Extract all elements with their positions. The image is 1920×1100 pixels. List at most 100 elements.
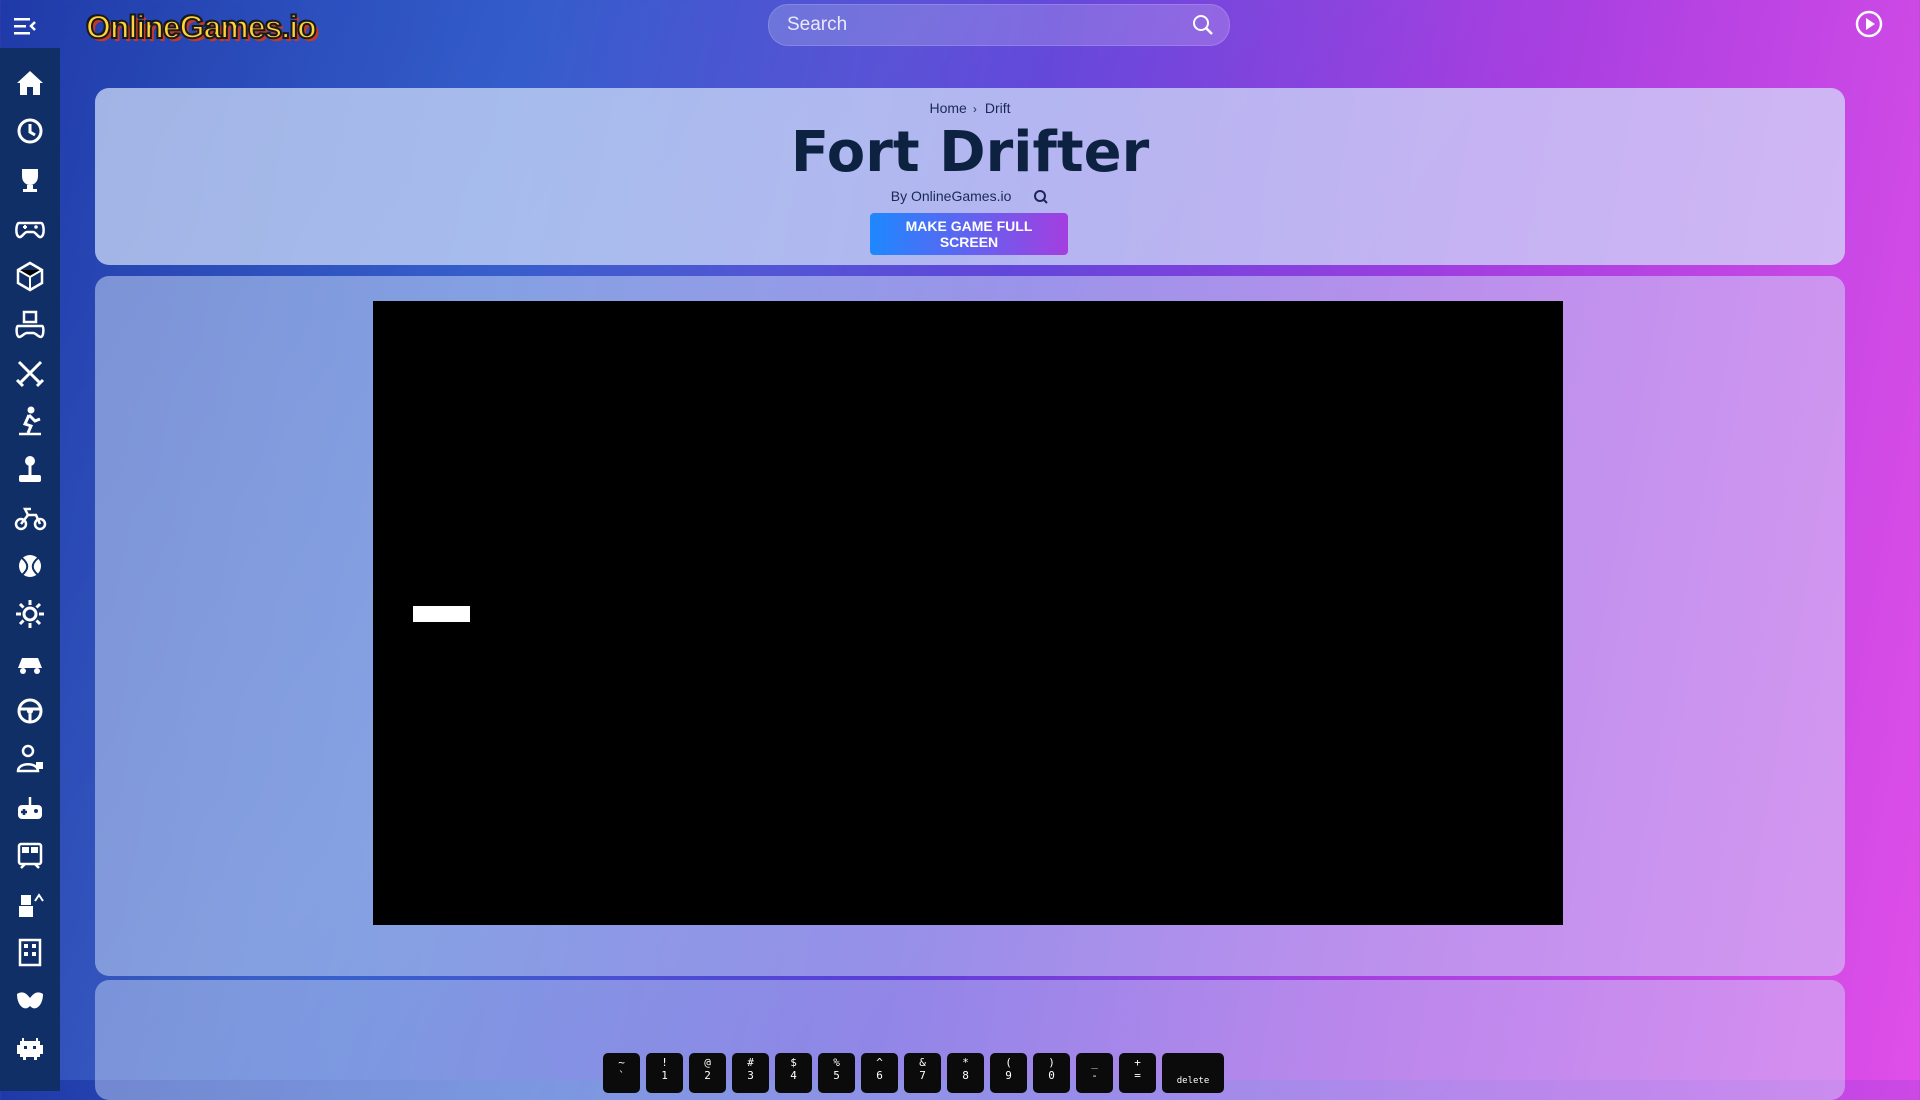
key-bottom-label: = xyxy=(1134,1069,1141,1082)
byline: By OnlineGames.io xyxy=(95,188,1845,205)
motorbike-icon xyxy=(14,507,47,531)
sidebar-item-gear[interactable] xyxy=(0,590,60,638)
sidebar-item-history[interactable] xyxy=(0,107,60,155)
key-top-label: @ xyxy=(704,1056,711,1069)
train-icon xyxy=(17,842,43,869)
sidebar-item-cube-gamepad[interactable] xyxy=(0,300,60,348)
on-screen-keyboard: ~ `! 1 @2 #3 $4% 5 ^ 6 & 7 * 8(9) 0 _ - + = delete xyxy=(603,1053,1224,1093)
game-panel xyxy=(95,276,1845,976)
keyboard-key[interactable]: * 8 xyxy=(947,1053,984,1093)
home-icon xyxy=(17,71,43,96)
ball-icon xyxy=(19,555,41,578)
sidebar-item-swords[interactable] xyxy=(0,349,60,397)
keyboard-key[interactable]: % 5 xyxy=(818,1053,855,1093)
key-bottom-label: 7 xyxy=(919,1069,926,1082)
keyboard-key[interactable]: @2 xyxy=(689,1053,726,1093)
sidebar-item-car[interactable] xyxy=(0,639,60,687)
gamepad-icon xyxy=(15,221,45,239)
key-top-label: * xyxy=(962,1056,969,1069)
search-icon[interactable] xyxy=(1033,189,1049,205)
skater-icon xyxy=(19,406,41,436)
key-top-label: + xyxy=(1134,1056,1141,1069)
joystick-icon xyxy=(19,455,41,482)
key-bottom-label: ` xyxy=(618,1069,625,1082)
key-bottom-label: 3 xyxy=(747,1069,754,1082)
keyboard-key[interactable]: ~ ` xyxy=(603,1053,640,1093)
key-bottom-label: 4 xyxy=(790,1069,797,1082)
search-input[interactable] xyxy=(769,13,1169,37)
play-circle-icon[interactable] xyxy=(1854,9,1884,39)
sidebar xyxy=(0,48,60,1091)
key-top-label: ^ xyxy=(876,1056,883,1069)
sidebar-item-train[interactable] xyxy=(0,832,60,880)
key-bottom-label: - xyxy=(1091,1069,1098,1082)
sidebar-item-building[interactable] xyxy=(0,928,60,976)
keyboard-key[interactable]: & 7 xyxy=(904,1053,941,1093)
sidebar-item-puzzle-person[interactable] xyxy=(0,735,60,783)
breadcrumb-home[interactable]: Home xyxy=(929,100,966,116)
keyboard-key[interactable]: + = xyxy=(1119,1053,1156,1093)
key-top-label: ! xyxy=(661,1056,668,1069)
breadcrumb-separator: › xyxy=(972,102,977,116)
breadcrumb: Home › Drift xyxy=(95,100,1845,116)
sidebar-item-gamepad[interactable] xyxy=(0,204,60,252)
key-bottom-label: 1 xyxy=(661,1069,668,1082)
key-top-label: ( xyxy=(1005,1056,1012,1069)
author-text: By OnlineGames.io xyxy=(890,188,1012,204)
keyboard-key[interactable]: ^ 6 xyxy=(861,1053,898,1093)
sidebar-item-space-invader[interactable] xyxy=(0,1025,60,1073)
mask-icon xyxy=(17,992,43,1009)
keyboard-key[interactable]: (9 xyxy=(990,1053,1027,1093)
key-top-label: $ xyxy=(790,1056,797,1069)
cube-gamepad-icon xyxy=(15,310,45,338)
keyboard-key[interactable]: ) 0 xyxy=(1033,1053,1070,1093)
sidebar-item-controller-plus[interactable] xyxy=(0,783,60,831)
key-top-label: _ xyxy=(1091,1056,1098,1069)
controller-plus-icon xyxy=(18,796,42,819)
sidebar-item-ball[interactable] xyxy=(0,542,60,590)
top-bar: OnlineGames.io xyxy=(0,0,1920,88)
history-icon xyxy=(17,118,43,144)
key-top-label: % xyxy=(833,1056,840,1069)
sidebar-item-dice[interactable] xyxy=(0,252,60,300)
key-top-label: ~ xyxy=(618,1056,625,1069)
keyboard-key[interactable]: #3 xyxy=(732,1053,769,1093)
keyboard-key[interactable]: $4 xyxy=(775,1053,812,1093)
puzzle-person-icon xyxy=(16,745,43,773)
robot-icon xyxy=(19,893,44,918)
key-top-label: ) xyxy=(1048,1056,1055,1069)
sidebar-item-mask[interactable] xyxy=(0,977,60,1025)
sidebar-item-motorbike[interactable] xyxy=(0,494,60,542)
sidebar-item-home[interactable] xyxy=(0,59,60,107)
sidebar-item-trophy[interactable] xyxy=(0,156,60,204)
key-bottom-label: 8 xyxy=(962,1069,969,1082)
sidebar-item-joystick[interactable] xyxy=(0,445,60,493)
game-loading-bar xyxy=(413,606,470,622)
building-icon xyxy=(18,939,42,967)
keyboard-key[interactable]: ! 1 xyxy=(646,1053,683,1093)
site-logo[interactable]: OnlineGames.io xyxy=(85,6,318,48)
key-bottom-label: 9 xyxy=(1005,1069,1012,1082)
search-bar xyxy=(768,4,1230,46)
swords-icon xyxy=(15,360,45,387)
sidebar-item-skater[interactable] xyxy=(0,397,60,445)
trophy-icon xyxy=(22,168,38,192)
key-bottom-label: 5 xyxy=(833,1069,840,1082)
key-top-label: # xyxy=(747,1056,754,1069)
gear-icon xyxy=(16,600,44,629)
steering-wheel-icon xyxy=(17,698,43,724)
keyboard-panel: ~ `! 1 @2 #3 $4% 5 ^ 6 & 7 * 8(9) 0 _ - + = delete xyxy=(95,980,1845,1100)
key-bottom-label: 6 xyxy=(876,1069,883,1082)
fullscreen-button[interactable]: MAKE GAME FULL SCREEN xyxy=(870,213,1068,255)
breadcrumb-category[interactable]: Drift xyxy=(985,100,1011,116)
keyboard-key[interactable]: _ - xyxy=(1076,1053,1113,1093)
sidebar-item-robot[interactable] xyxy=(0,880,60,928)
game-canvas[interactable] xyxy=(373,301,1563,925)
delete-key[interactable]: delete xyxy=(1162,1053,1224,1093)
sidebar-item-steering-wheel[interactable] xyxy=(0,687,60,735)
dice-icon xyxy=(16,261,44,292)
search-icon[interactable] xyxy=(1191,13,1215,37)
key-top-label: & xyxy=(919,1056,926,1069)
space-invader-icon xyxy=(17,1038,43,1061)
menu-toggle-icon[interactable] xyxy=(8,10,40,42)
